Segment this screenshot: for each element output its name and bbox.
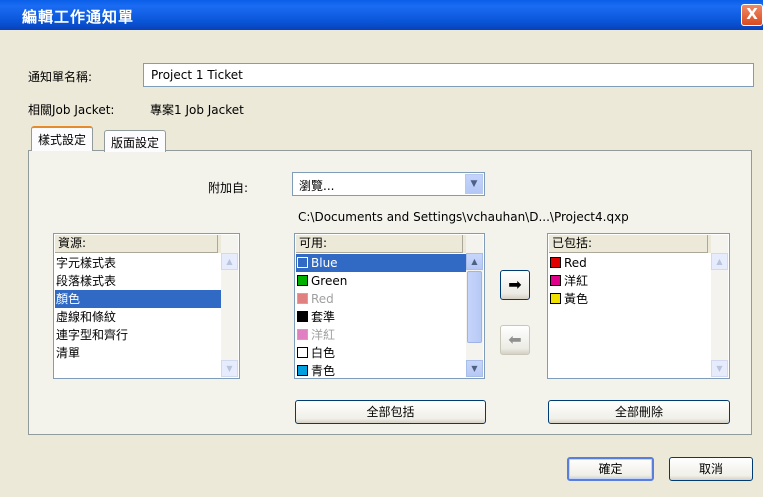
source-path: C:\Documents and Settings\vchauhan\D...\… — [298, 210, 629, 224]
color-swatch — [550, 257, 561, 268]
append-from-dropdown[interactable]: 瀏覽... ▼ — [292, 172, 485, 196]
window-title: 編輯工作通知單 — [22, 8, 135, 26]
included-scrollbar[interactable]: ▲ ▼ — [711, 235, 728, 377]
list-item[interactable]: 字元樣式表 — [55, 254, 221, 272]
edit-job-ticket-dialog: 編輯工作通知單 X 通知單名稱: Project 1 Ticket 相關Job … — [0, 0, 763, 497]
close-button[interactable]: X — [741, 4, 763, 26]
list-item[interactable]: 洋紅 — [549, 272, 711, 290]
scroll-thumb[interactable] — [467, 271, 482, 343]
cancel-button[interactable]: 取消 — [669, 457, 753, 481]
color-label: 洋紅 — [311, 328, 336, 342]
included-header: 已包括: — [549, 235, 711, 253]
color-label: 白色 — [311, 346, 336, 360]
list-item[interactable]: 清單 — [55, 344, 221, 362]
title-bar[interactable]: 編輯工作通知單 X — [0, 0, 763, 30]
color-label: 青色 — [311, 364, 336, 378]
arrow-right-icon: ➡ — [508, 275, 522, 294]
list-item[interactable]: 套準 — [296, 308, 466, 326]
color-swatch — [550, 293, 561, 304]
color-label: Red — [311, 292, 334, 306]
scroll-up-icon[interactable]: ▲ — [711, 253, 728, 270]
color-label: Blue — [311, 256, 338, 270]
arrow-left-icon: ⬅ — [508, 330, 522, 349]
scroll-up-icon[interactable]: ▲ — [221, 253, 238, 270]
resources-header: 資源: — [55, 235, 221, 253]
color-label: 黃色 — [564, 292, 589, 306]
list-item[interactable]: 黃色 — [549, 290, 711, 308]
color-swatch — [297, 293, 308, 304]
list-item[interactable]: 白色 — [296, 344, 466, 362]
color-swatch — [297, 329, 308, 340]
scroll-down-icon[interactable]: ▼ — [221, 360, 238, 377]
include-all-button[interactable]: 全部包括 — [295, 400, 486, 424]
list-item[interactable]: 虛線和條紋 — [55, 308, 221, 326]
list-item[interactable]: 段落樣式表 — [55, 272, 221, 290]
tab-layout-settings[interactable]: 版面設定 — [104, 130, 167, 152]
ticket-name-label: 通知單名稱: — [28, 70, 93, 84]
delete-all-button[interactable]: 全部刪除 — [548, 400, 730, 424]
color-label: Red — [564, 256, 587, 270]
ok-button[interactable]: 確定 — [567, 457, 654, 481]
available-list[interactable]: 可用: Blue Green Red 套準 洋紅 白色 青色 ▲ ▼ — [294, 233, 485, 379]
list-item[interactable]: 洋紅 — [296, 326, 466, 344]
list-item[interactable]: 連字型和齊行 — [55, 326, 221, 344]
scroll-down-icon[interactable]: ▼ — [466, 360, 483, 377]
job-jacket-label: 相關Job Jacket: — [28, 103, 115, 117]
color-swatch — [297, 365, 308, 376]
chevron-down-icon[interactable]: ▼ — [465, 174, 483, 194]
list-item[interactable]: Red — [296, 290, 466, 308]
append-from-value: 瀏覽... — [299, 179, 335, 193]
color-swatch — [550, 275, 561, 286]
color-label: 套準 — [311, 310, 336, 324]
scroll-up-icon[interactable]: ▲ — [466, 253, 483, 270]
resources-scrollbar[interactable]: ▲ ▼ — [221, 235, 238, 377]
add-to-included-button[interactable]: ➡ — [500, 270, 530, 300]
scroll-down-icon[interactable]: ▼ — [711, 360, 728, 377]
job-jacket-value: 專案1 Job Jacket — [150, 103, 244, 117]
remove-from-included-button[interactable]: ⬅ — [500, 325, 530, 355]
color-swatch — [297, 311, 308, 322]
color-swatch — [297, 347, 308, 358]
list-item-selected[interactable]: Blue — [296, 254, 466, 272]
color-label: 洋紅 — [564, 274, 589, 288]
ticket-name-field[interactable]: Project 1 Ticket — [143, 63, 754, 87]
tab-style-settings[interactable]: 樣式設定 — [31, 126, 94, 151]
available-header: 可用: — [296, 235, 466, 253]
color-label: Green — [311, 274, 348, 288]
append-from-label: 附加自: — [208, 181, 249, 195]
resources-list[interactable]: 資源: 字元樣式表 段落樣式表 顏色 虛線和條紋 連字型和齊行 清單 ▲ ▼ — [53, 233, 240, 379]
list-item[interactable]: 青色 — [296, 362, 466, 378]
color-swatch — [297, 275, 308, 286]
color-swatch — [297, 257, 308, 268]
available-scrollbar[interactable]: ▲ ▼ — [466, 235, 483, 377]
included-list[interactable]: 已包括: Red 洋紅 黃色 ▲ ▼ — [547, 233, 730, 379]
list-item-selected[interactable]: 顏色 — [55, 290, 221, 308]
list-item[interactable]: Red — [549, 254, 711, 272]
list-item[interactable]: Green — [296, 272, 466, 290]
